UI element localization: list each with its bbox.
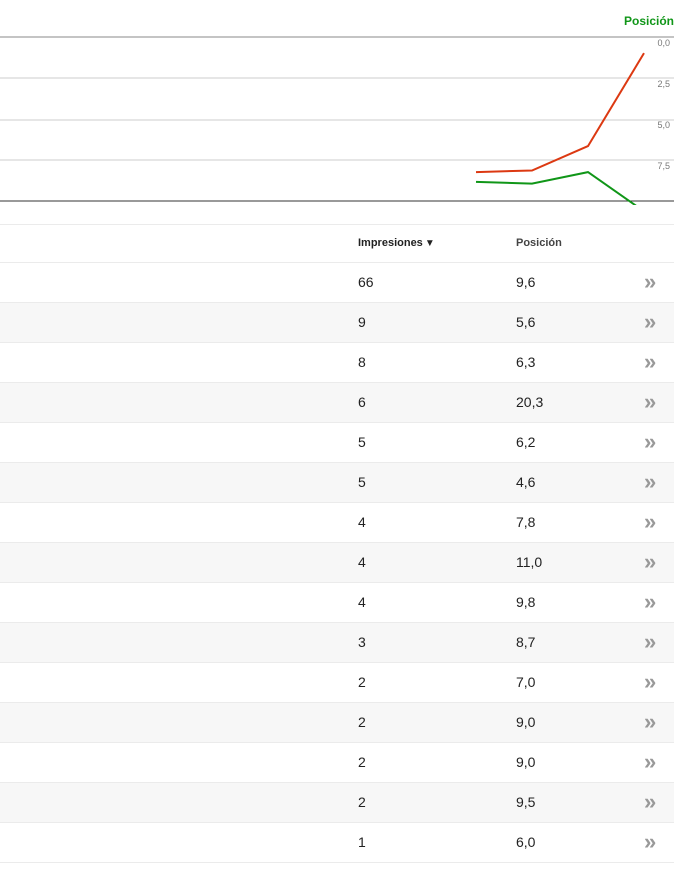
queries-table: Impresiones ▼ Posición 66 9,6 » 9 5,6 » 8 6,3 » 6 2… (0, 224, 674, 863)
impressions-cell: 4 (358, 554, 366, 570)
table-row[interactable]: 1 6,0 » (0, 823, 674, 863)
table-row[interactable]: 9 5,6 » (0, 303, 674, 343)
impressions-cell: 4 (358, 514, 366, 530)
table-row[interactable]: 66 9,6 » (0, 263, 674, 303)
position-cell: 7,8 (516, 514, 536, 530)
row-details-icon[interactable]: » (644, 589, 656, 615)
table-row[interactable]: 4 11,0 » (0, 543, 674, 583)
row-details-icon[interactable]: » (644, 429, 656, 455)
row-details-icon[interactable]: » (644, 269, 656, 295)
table-row[interactable]: 2 9,5 » (0, 783, 674, 823)
row-details-icon[interactable]: » (644, 669, 656, 695)
y-axis-tick-label: 0,0 (657, 38, 670, 48)
impressions-cell: 5 (358, 474, 366, 490)
column-header-impressions[interactable]: Impresiones ▼ (358, 237, 435, 249)
position-cell: 9,0 (516, 714, 536, 730)
position-cell: 6,2 (516, 434, 536, 450)
row-details-icon[interactable]: » (644, 829, 656, 855)
impressions-cell: 9 (358, 314, 366, 330)
impressions-cell: 8 (358, 354, 366, 370)
column-header-impressions-label: Impresiones (358, 237, 423, 249)
row-details-icon[interactable]: » (644, 709, 656, 735)
table-row[interactable]: 8 6,3 » (0, 343, 674, 383)
y-axis-tick-label: 7,5 (657, 161, 670, 171)
row-details-icon[interactable]: » (644, 309, 656, 335)
impressions-cell: 2 (358, 794, 366, 810)
impressions-cell: 3 (358, 634, 366, 650)
position-cell: 9,0 (516, 754, 536, 770)
impressions-cell: 6 (358, 394, 366, 410)
table-row[interactable]: 3 8,7 » (0, 623, 674, 663)
table-row[interactable]: 2 9,0 » (0, 743, 674, 783)
sort-descending-icon: ▼ (424, 238, 435, 249)
impressions-cell: 4 (358, 594, 366, 610)
position-cell: 9,6 (516, 274, 536, 290)
table-row[interactable]: 6 20,3 » (0, 383, 674, 423)
legend-position-label[interactable]: Posición (624, 14, 674, 28)
table-row[interactable]: 2 7,0 » (0, 663, 674, 703)
table-row[interactable]: 5 4,6 » (0, 463, 674, 503)
series-position-line (475, 171, 637, 205)
table-row[interactable]: 2 9,0 » (0, 703, 674, 743)
position-cell: 9,8 (516, 594, 536, 610)
position-cell: 7,0 (516, 674, 536, 690)
position-cell: 5,6 (516, 314, 536, 330)
column-header-position[interactable]: Posición (516, 237, 562, 249)
row-details-icon[interactable]: » (644, 349, 656, 375)
position-cell: 8,7 (516, 634, 536, 650)
y-axis-tick-label: 2,5 (657, 79, 670, 89)
series-secondary-line (475, 52, 645, 174)
row-details-icon[interactable]: » (644, 469, 656, 495)
table-header: Impresiones ▼ Posición (0, 224, 674, 263)
impressions-cell: 1 (358, 834, 366, 850)
row-details-icon[interactable]: » (644, 389, 656, 415)
row-details-icon[interactable]: » (644, 789, 656, 815)
impressions-cell: 2 (358, 714, 366, 730)
row-details-icon[interactable]: » (644, 749, 656, 775)
position-cell: 6,0 (516, 834, 536, 850)
performance-chart: 0,0 2,5 5,0 7,5 Posición (0, 0, 699, 205)
table-body: 66 9,6» 9 5,6» 8 6,3» 6 20,3» 5 6,2» 5 4,6» 4 7,8» 4 11… (0, 263, 674, 863)
impressions-cell: 2 (358, 754, 366, 770)
position-cell: 6,3 (516, 354, 536, 370)
y-axis-tick-label: 5,0 (657, 120, 670, 130)
table-row[interactable]: 5 6,2 » (0, 423, 674, 463)
position-cell: 20,3 (516, 394, 544, 410)
position-cell: 4,6 (516, 474, 536, 490)
row-details-icon[interactable]: » (644, 549, 656, 575)
impressions-cell: 66 (358, 274, 374, 290)
impressions-cell: 2 (358, 674, 366, 690)
table-row[interactable]: 4 9,8 » (0, 583, 674, 623)
row-details-icon[interactable]: » (644, 509, 656, 535)
position-cell: 9,5 (516, 794, 536, 810)
row-details-icon[interactable]: » (644, 629, 656, 655)
impressions-cell: 5 (358, 434, 366, 450)
chart-svg: 0,0 2,5 5,0 7,5 (0, 36, 674, 205)
table-row[interactable]: 4 7,8 » (0, 503, 674, 543)
position-cell: 11,0 (516, 554, 543, 570)
